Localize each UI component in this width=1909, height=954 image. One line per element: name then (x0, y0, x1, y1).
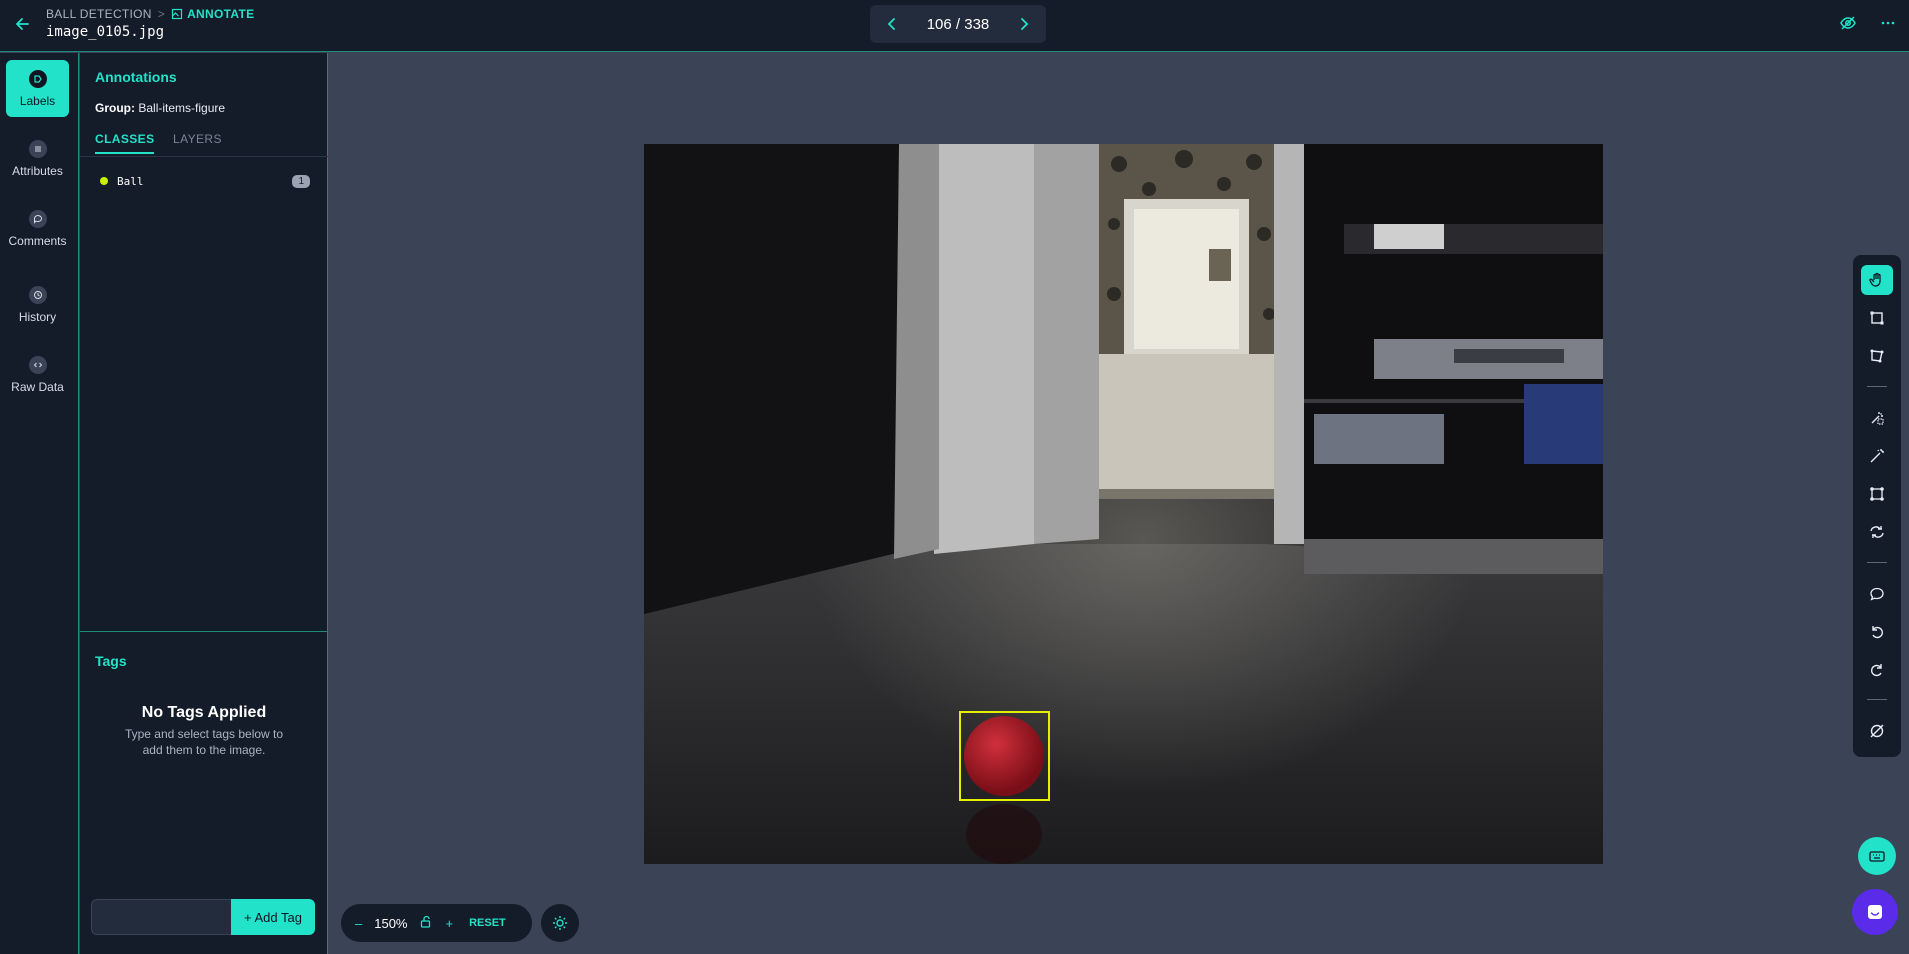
left-rail: Labels Attributes Comments History Raw D… (0, 53, 79, 954)
prev-image-icon[interactable] (884, 16, 900, 32)
rail-item-history[interactable]: History (6, 276, 69, 333)
class-item-ball[interactable]: Ball 1 (100, 171, 310, 191)
smart-select-icon[interactable] (1861, 403, 1893, 433)
rail-item-label: Attributes (12, 163, 63, 178)
zoom-in-button[interactable]: + (445, 916, 453, 931)
more-options-icon[interactable] (1879, 14, 1897, 37)
toolbar-divider (1867, 386, 1887, 387)
filename: image_0105.jpg (46, 24, 165, 40)
back-arrow-icon[interactable] (12, 14, 32, 34)
keyboard-icon (1869, 851, 1885, 862)
bounding-box-tool-icon[interactable] (1861, 303, 1893, 333)
no-tags-title: No Tags Applied (141, 704, 267, 721)
class-name: Ball (117, 174, 144, 188)
top-bar: BALL DETECTION > ANNOTATE image_0105.jpg… (0, 0, 1909, 52)
group-label: Group: (95, 101, 135, 115)
image-pager: 106 / 338 (870, 5, 1046, 43)
clear-annotations-icon[interactable] (1861, 716, 1893, 746)
add-tag-button[interactable]: + Add Tag (231, 899, 315, 935)
no-tags-subtitle: Type and select tags below to add them t… (124, 727, 284, 757)
annotations-panel: Annotations Group: Ball-items-figure CLA… (80, 53, 328, 954)
brightness-button[interactable] (541, 904, 579, 942)
breadcrumb: BALL DETECTION > ANNOTATE (46, 7, 254, 21)
breadcrumb-separator: > (157, 7, 166, 21)
pan-hand-icon[interactable] (1861, 265, 1893, 295)
list-icon (28, 139, 47, 158)
toolbar-divider (1867, 699, 1887, 700)
keypoints-tool-icon[interactable] (1861, 479, 1893, 509)
next-image-icon[interactable] (1016, 16, 1032, 32)
breadcrumb-current: ANNOTATE (171, 7, 254, 21)
rail-item-label: Labels (19, 93, 56, 108)
class-count-badge: 1 (292, 174, 310, 188)
undo-icon[interactable] (1861, 617, 1893, 647)
breadcrumb-project[interactable]: BALL DETECTION (46, 7, 152, 21)
panel-tabs: CLASSES LAYERS (80, 127, 328, 157)
tags-divider (80, 631, 328, 632)
rail-item-label: Raw Data (11, 379, 64, 394)
panel-title: Annotations (95, 69, 177, 85)
comment-icon (28, 209, 47, 228)
sun-icon (553, 916, 567, 930)
group-info: Group: Ball-items-figure (95, 101, 225, 115)
rail-item-comments[interactable]: Comments (6, 200, 69, 257)
keyboard-shortcuts-button[interactable] (1858, 837, 1896, 875)
label-icon (28, 69, 47, 88)
top-right-actions (1839, 14, 1897, 37)
tab-layers[interactable]: LAYERS (173, 132, 222, 146)
zoom-controls: – 150% + RESET (341, 904, 532, 942)
tool-palette (1853, 255, 1901, 757)
rail-item-labels[interactable]: Labels (6, 60, 69, 117)
reset-zoom-button[interactable]: RESET (469, 917, 506, 929)
class-color-dot (100, 177, 108, 185)
toolbar-divider (1867, 562, 1887, 563)
annotate-icon (171, 8, 183, 20)
code-icon (28, 355, 47, 374)
lock-icon[interactable] (419, 915, 433, 932)
magic-wand-icon[interactable] (1861, 441, 1893, 471)
breadcrumb-current-label: ANNOTATE (187, 7, 255, 21)
tag-input[interactable] (91, 899, 236, 935)
cycle-icon[interactable] (1861, 517, 1893, 547)
polygon-tool-icon[interactable] (1861, 341, 1893, 371)
rail-item-raw-data[interactable]: Raw Data (6, 346, 69, 403)
room-photo (644, 144, 1603, 864)
bounding-box-ball[interactable] (959, 711, 1050, 801)
chat-icon (1868, 905, 1882, 919)
rail-item-label: Comments (8, 233, 67, 248)
group-value: Ball-items-figure (138, 101, 226, 115)
comment-tool-icon[interactable] (1861, 579, 1893, 609)
support-chat-button[interactable] (1852, 889, 1898, 935)
annotation-image[interactable] (644, 144, 1603, 864)
zoom-out-button[interactable]: – (355, 916, 362, 931)
tags-title: Tags (95, 653, 127, 669)
pager-count: 106 / 338 (926, 15, 990, 33)
history-icon (28, 285, 47, 304)
rail-item-attributes[interactable]: Attributes (6, 130, 69, 187)
rail-item-label: History (18, 309, 57, 324)
redo-icon[interactable] (1861, 655, 1893, 685)
hide-eye-icon[interactable] (1839, 14, 1857, 37)
zoom-level: 150% (374, 915, 408, 931)
tab-classes[interactable]: CLASSES (95, 132, 155, 154)
